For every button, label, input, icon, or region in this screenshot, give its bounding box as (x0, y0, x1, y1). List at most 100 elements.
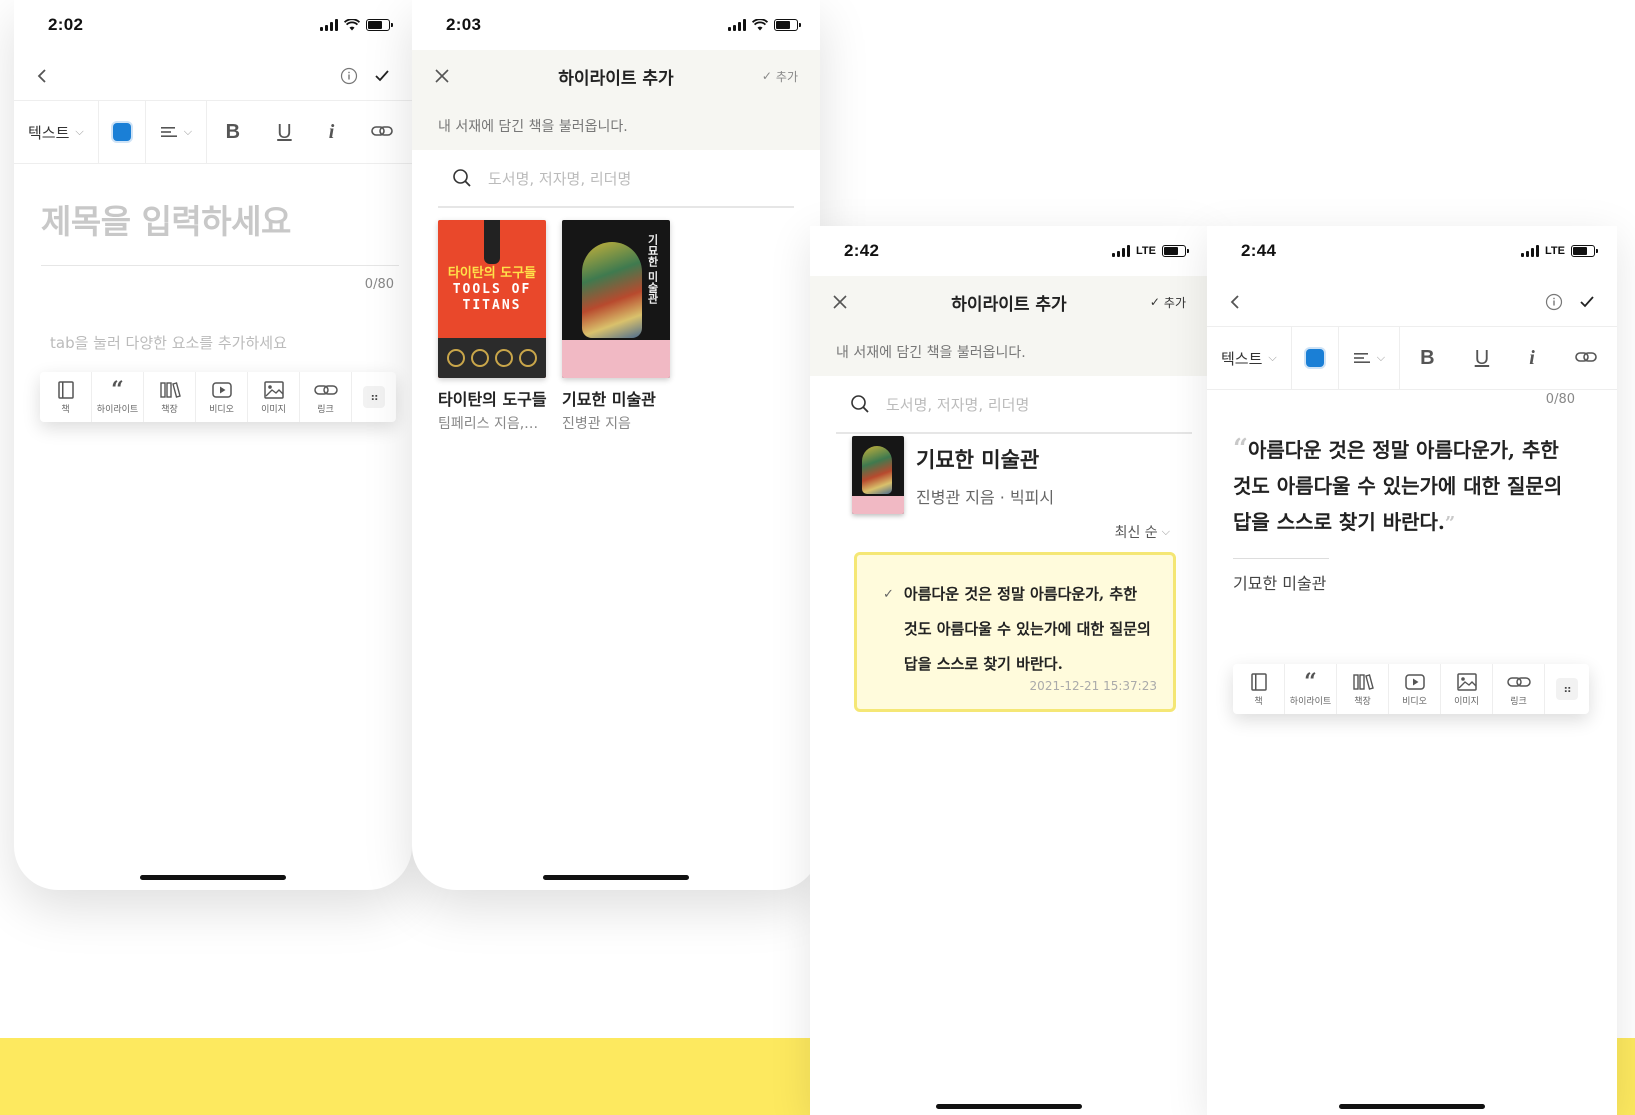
element-link-button[interactable]: 링크 (1493, 664, 1545, 714)
search-field[interactable]: 도서명, 저자명, 리더명 (836, 376, 1192, 434)
color-swatch (112, 123, 131, 141)
info-icon[interactable] (340, 67, 358, 85)
home-indicator (1339, 1104, 1485, 1109)
italic-button[interactable]: i (1529, 347, 1535, 370)
element-shelf-button[interactable]: 책장 (1337, 664, 1389, 714)
chevron-down-icon: ⌵ (75, 125, 84, 138)
element-video-button[interactable]: 비디오 (196, 372, 248, 422)
add-button[interactable]: ✓ 추가 (1150, 294, 1186, 311)
element-shelf-button[interactable]: 책장 (144, 372, 196, 422)
highlight-timestamp: 2021-12-21 15:37:23 (1029, 679, 1157, 693)
status-time: 2:44 (1241, 241, 1277, 260)
search-icon (851, 395, 869, 413)
book-icon (1250, 672, 1267, 691)
lte-indicator: LTE (1136, 245, 1156, 257)
book-title: 기묘한 미술관 (916, 448, 1040, 472)
align-select[interactable]: ⌵ (1339, 327, 1401, 389)
close-icon[interactable] (832, 294, 848, 310)
battery-icon (774, 19, 801, 31)
title-input[interactable]: 제목을 입력하세요 (41, 195, 291, 243)
search-input[interactable]: 도서명, 저자명, 리더명 (488, 168, 631, 189)
drag-handle[interactable]: ⠶ (1545, 664, 1589, 714)
text-style-select[interactable]: 텍스트 ⌵ (14, 101, 99, 163)
book-title: 기묘한 미술관 (562, 390, 656, 409)
element-image-button[interactable]: 이미지 (248, 372, 300, 422)
drag-handle[interactable]: ⠶ (352, 372, 396, 422)
format-toolbar: 텍스트 ⌵ ⌵ B U i (1207, 326, 1617, 390)
chevron-down-icon: ⌵ (1376, 351, 1386, 364)
element-highlight-button[interactable]: “ 하이라이트 (1285, 664, 1337, 714)
phone-book-search: 2:03 하이라이트 추가 ✓ 추가 내 서재에 담긴 책을 불러옵니다. 도서명… (412, 0, 820, 890)
book-item[interactable]: 타이탄의 도구들 TOOLS OF TITANS 타이탄의 도구들 팀페리스 지… (438, 220, 548, 433)
search-icon (453, 169, 471, 187)
image-icon (263, 380, 284, 399)
close-icon[interactable] (434, 68, 450, 84)
element-book-button[interactable]: 책 (40, 372, 92, 422)
info-icon[interactable] (1545, 293, 1563, 311)
search-input[interactable]: 도서명, 저자명, 리더명 (886, 394, 1029, 415)
italic-button[interactable]: i (329, 121, 335, 144)
element-video-button[interactable]: 비디오 (1389, 664, 1441, 714)
quote-source: 기묘한 미술관 (1233, 574, 1327, 593)
underline-button[interactable]: U (277, 121, 291, 144)
battery-icon (1571, 245, 1598, 257)
color-picker[interactable] (99, 101, 146, 163)
grip-icon: ⠶ (363, 386, 385, 408)
status-bar: 2:44 LTE (1207, 226, 1617, 276)
check-icon[interactable] (1579, 295, 1595, 309)
element-book-button[interactable]: 책 (1233, 664, 1285, 714)
highlight-card[interactable]: ✓ 아름다운 것은 정말 아름다운가, 추한 것도 아름다울 수 있는가에 대한… (854, 552, 1176, 712)
chevron-down-icon: ⌵ (1268, 351, 1277, 364)
status-bar: 2:03 (412, 0, 820, 50)
bold-button[interactable]: B (226, 121, 240, 144)
bold-button[interactable]: B (1420, 347, 1434, 370)
title-counter: 0/80 (1545, 392, 1575, 407)
back-icon[interactable] (36, 68, 50, 84)
book-author: 팀페리스 지음,… (438, 416, 539, 433)
element-toolbar: 책 “ 하이라이트 책장 비디오 이미지 링크 ⠶ (40, 372, 396, 422)
title-divider (41, 265, 399, 266)
underline-button[interactable]: U (1475, 347, 1489, 370)
shelf-icon (159, 381, 181, 398)
align-left-icon (160, 127, 177, 137)
element-link-button[interactable]: 링크 (300, 372, 352, 422)
quote-text: 아름다운 것은 정말 아름다운가, 추한 것도 아름다울 수 있는가에 대한 질… (1233, 438, 1563, 534)
modal-subtitle: 내 서재에 담긴 책을 불러옵니다. (412, 102, 820, 150)
chevron-down-icon: ⌵ (183, 125, 193, 138)
shelf-icon (1352, 673, 1374, 690)
text-style-select[interactable]: 텍스트 ⌵ (1207, 327, 1292, 389)
quote-icon: “ (1304, 668, 1317, 695)
modal-title: 하이라이트 추가 (558, 68, 674, 89)
element-highlight-button[interactable]: “ 하이라이트 (92, 372, 144, 422)
chevron-down-icon: ⌵ (1161, 525, 1170, 538)
book-author: 진병관 지음 (562, 416, 631, 433)
signal-icon (728, 19, 746, 31)
link-icon[interactable] (371, 121, 394, 144)
home-indicator (140, 875, 286, 880)
color-picker[interactable] (1292, 327, 1339, 389)
selected-book: 기묘한 미술관 진병관 지음 · 빅피시 (852, 436, 1054, 514)
quote-divider (1233, 558, 1329, 559)
check-icon[interactable] (374, 69, 390, 83)
check-icon: ✓ (883, 587, 894, 602)
add-button[interactable]: ✓ 추가 (762, 68, 798, 85)
signal-icon (1521, 245, 1540, 257)
link-icon[interactable] (1575, 347, 1597, 370)
status-time: 2:02 (48, 15, 84, 34)
book-meta: 진병관 지음 · 빅피시 (916, 488, 1055, 507)
book-icon (57, 380, 74, 399)
book-item[interactable]: 기묘한 미술관 기묘한 미술관 진병관 지음 (562, 220, 672, 433)
align-select[interactable]: ⌵ (146, 101, 208, 163)
status-bar: 2:02 (14, 0, 412, 50)
link-icon (1506, 676, 1531, 687)
highlight-quote: “아름다운 것은 정말 아름다운가, 추한 것도 아름다울 수 있는가에 대한 … (1233, 431, 1583, 542)
status-bar: 2:42 LTE (810, 226, 1208, 276)
element-image-button[interactable]: 이미지 (1441, 664, 1493, 714)
sort-select[interactable]: 최신 순 ⌵ (1115, 522, 1170, 542)
search-field[interactable]: 도서명, 저자명, 리더명 (438, 150, 794, 208)
back-icon[interactable] (1229, 294, 1243, 310)
wifi-icon (752, 19, 768, 31)
body-input[interactable]: tab을 눌러 다양한 요소를 추가하세요 (50, 332, 287, 353)
image-icon (1456, 672, 1477, 691)
modal-header: 하이라이트 추가 ✓ 추가 (412, 50, 820, 102)
